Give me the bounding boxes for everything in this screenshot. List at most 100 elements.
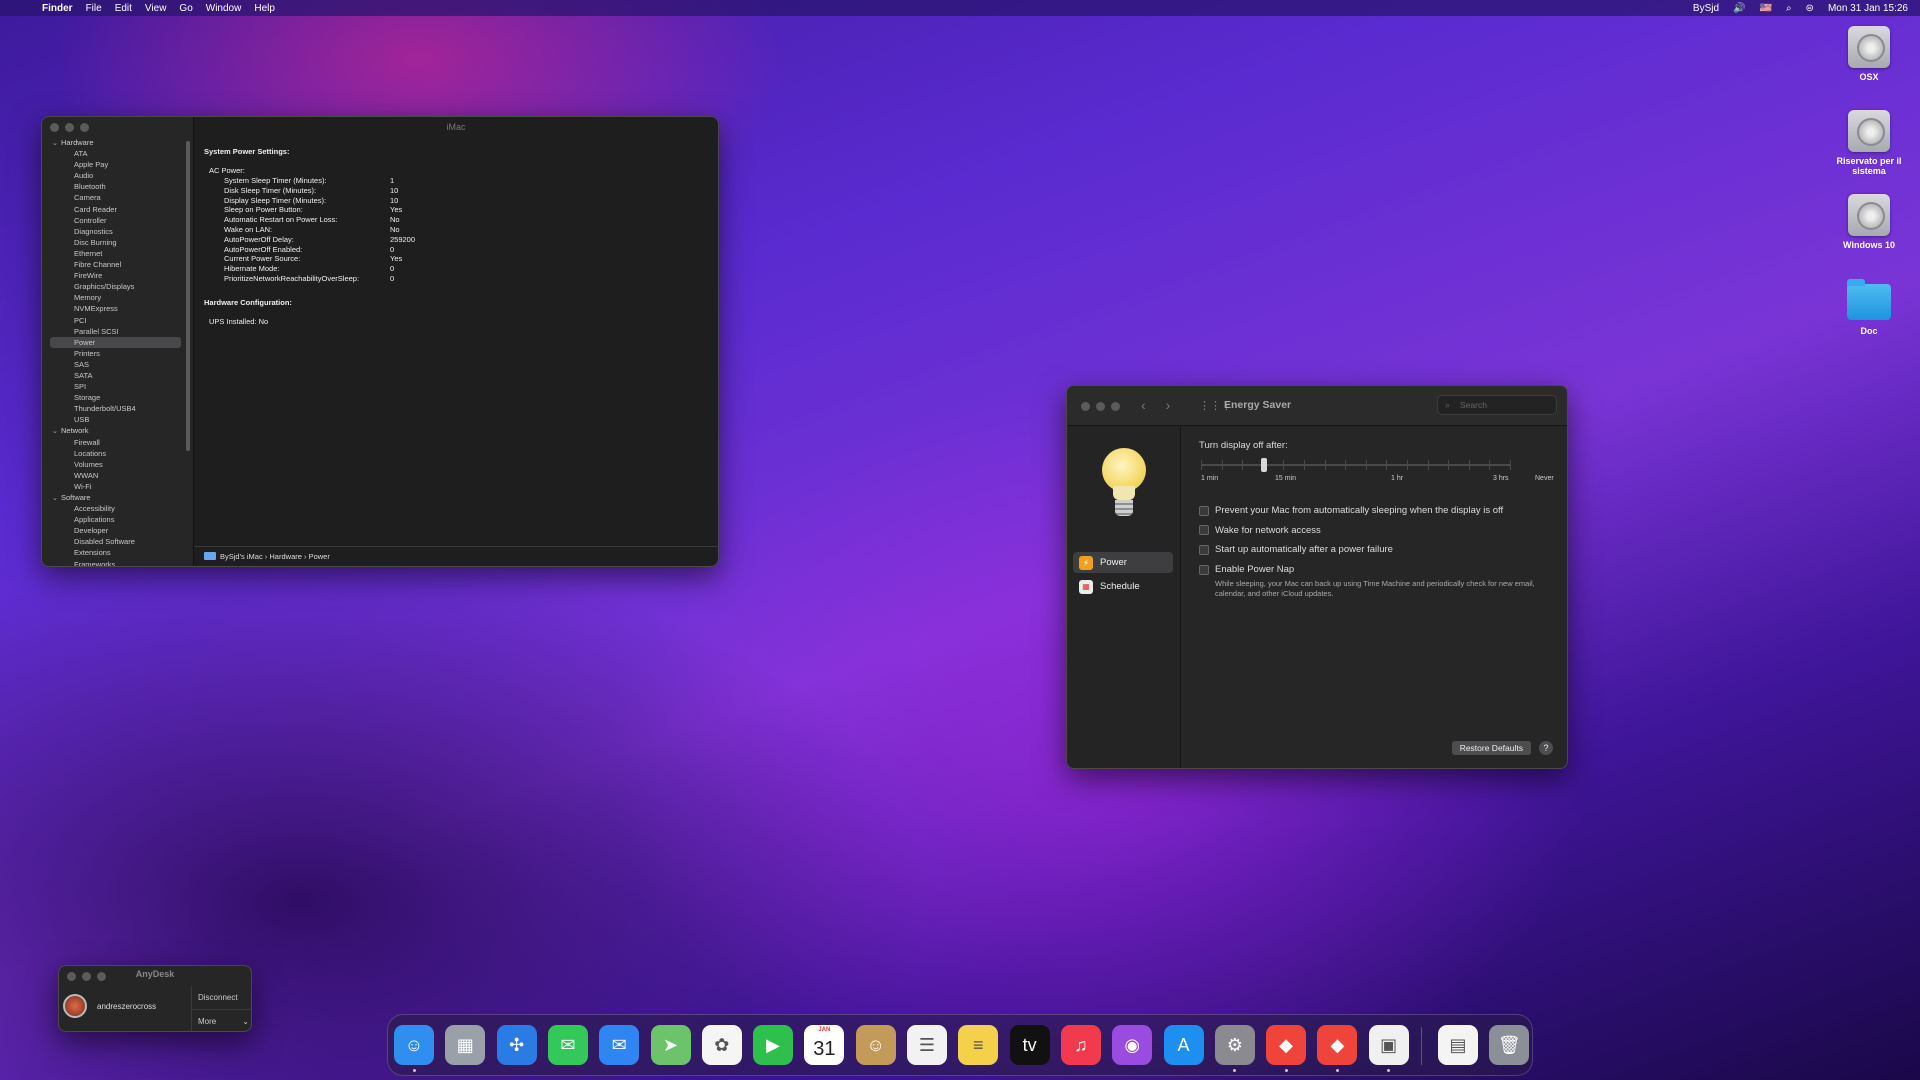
slider-knob[interactable] (1261, 458, 1268, 472)
calendar-icon[interactable]: JAN 31 (804, 1025, 845, 1065)
safari-icon[interactable]: ✣ (496, 1025, 537, 1065)
menu-help[interactable]: Help (254, 3, 275, 14)
sidebar-item-nvmexpress[interactable]: NVMExpress (42, 303, 193, 314)
contacts-icon[interactable]: ☺ (855, 1025, 896, 1065)
sidebar-item-sas[interactable]: SAS (42, 359, 193, 370)
sidebar-item-camera[interactable]: Camera (42, 192, 193, 203)
checkbox-power-nap[interactable]: Enable Power Nap (1199, 560, 1549, 580)
sidebar-item-firewall[interactable]: Firewall (42, 437, 193, 448)
sidebar-item-pci[interactable]: PCI (42, 315, 193, 326)
finder-icon[interactable]: ☺ (394, 1025, 434, 1065)
close-button[interactable] (1081, 402, 1090, 411)
sidebar-item-disabled-software[interactable]: Disabled Software (42, 536, 193, 547)
sidebar-scrollbar[interactable] (186, 141, 190, 451)
checkbox[interactable] (1199, 525, 1209, 536)
restore-defaults-button[interactable]: Restore Defaults (1451, 741, 1531, 755)
checkbox[interactable] (1199, 505, 1209, 516)
facetime-icon[interactable]: ▶ (753, 1025, 794, 1065)
checkbox-wake-network[interactable]: Wake for network access (1199, 521, 1549, 541)
sidebar-item-memory[interactable]: Memory (42, 292, 193, 303)
sidebar-item-applications[interactable]: Applications (42, 514, 193, 525)
launchpad-icon[interactable]: ▦ (445, 1025, 486, 1065)
trash-icon[interactable]: 🗑 (1489, 1025, 1530, 1065)
anydesk-icon[interactable]: ◆ (1266, 1025, 1307, 1065)
checkbox-startup-power-failure[interactable]: Start up automatically after a power fai… (1199, 540, 1549, 560)
desktop-folder-doc[interactable]: Doc (1829, 278, 1909, 336)
menu-app-finder[interactable]: Finder (42, 3, 73, 14)
messages-icon[interactable]: ✉ (547, 1025, 588, 1065)
search-icon[interactable]: ⌕ (1786, 3, 1792, 14)
clock[interactable]: Mon 31 Jan 15:26 (1828, 3, 1908, 14)
back-icon[interactable]: ‹ (1141, 397, 1146, 413)
sidebar-group-hardware[interactable]: ⌄ Hardware (42, 137, 193, 148)
sidebar-item-wi-fi[interactable]: Wi-Fi (42, 481, 193, 492)
close-button[interactable] (50, 123, 59, 132)
us-flag-icon[interactable]: 🇺🇸 (1759, 3, 1771, 14)
sidebar-item-sata[interactable]: SATA (42, 370, 193, 381)
control-center-icon[interactable]: ⊜ (1806, 3, 1814, 14)
sidebar-item-diagnostics[interactable]: Diagnostics (42, 226, 193, 237)
sidebar-item-frameworks[interactable]: Frameworks (42, 559, 193, 566)
sidebar-item-thunderbolt-usb4[interactable]: Thunderbolt/USB4 (42, 403, 193, 414)
sidebar-item-fibre-channel[interactable]: Fibre Channel (42, 259, 193, 270)
sidebar-item-printers[interactable]: Printers (42, 348, 193, 359)
menu-window[interactable]: Window (206, 3, 242, 14)
sidebar-item-extensions[interactable]: Extensions (42, 547, 193, 558)
speaker-icon[interactable]: 🔊 (1733, 3, 1745, 14)
maps-icon[interactable]: ➤ (650, 1025, 691, 1065)
disconnect-button[interactable]: Disconnect (192, 986, 251, 1009)
sidebar-item-disc-burning[interactable]: Disc Burning (42, 237, 193, 248)
sidebar-item-bluetooth[interactable]: Bluetooth (42, 181, 193, 192)
menu-go[interactable]: Go (179, 3, 192, 14)
sidebar-item-apple-pay[interactable]: Apple Pay (42, 159, 193, 170)
system-information-icon[interactable]: ▣ (1368, 1025, 1409, 1065)
sidebar-item-audio[interactable]: Audio (42, 170, 193, 181)
sidebar-item-spi[interactable]: SPI (42, 381, 193, 392)
podcasts-icon[interactable]: ◉ (1112, 1025, 1153, 1065)
desktop-drive-windows10[interactable]: Windows 10 (1829, 194, 1909, 250)
more-button[interactable]: More ⌄ (192, 1009, 251, 1031)
sidebar-item-developer[interactable]: Developer (42, 525, 193, 536)
checkbox[interactable] (1199, 544, 1209, 555)
zoom-button[interactable] (1111, 402, 1120, 411)
sidebar-item-ata[interactable]: ATA (42, 148, 193, 159)
chevron-down-icon[interactable]: ⌄ (52, 138, 61, 149)
sidebar-item-power[interactable]: Power (50, 336, 181, 348)
forward-icon[interactable]: › (1166, 397, 1171, 413)
menu-edit[interactable]: Edit (115, 3, 132, 14)
sidebar-item-ethernet[interactable]: Ethernet (42, 248, 193, 259)
sidebar-item-volumes[interactable]: Volumes (42, 459, 193, 470)
path-hardware[interactable]: Hardware (269, 552, 302, 561)
menu-file[interactable]: File (86, 3, 102, 14)
chevron-down-icon[interactable]: ⌄ (52, 493, 61, 504)
music-icon[interactable]: ♫ (1060, 1025, 1101, 1065)
sidebar-item-locations[interactable]: Locations (42, 448, 193, 459)
sidebar-item-storage[interactable]: Storage (42, 392, 193, 403)
zoom-button[interactable] (80, 123, 89, 132)
sidebar-item-parallel-scsi[interactable]: Parallel SCSI (42, 326, 193, 337)
sidebar-item-graphics-displays[interactable]: Graphics/Displays (42, 281, 193, 292)
checkbox-prevent-sleep[interactable]: Prevent your Mac from automatically slee… (1199, 501, 1549, 521)
tab-power[interactable]: ⚡ Power (1073, 552, 1173, 573)
app-store-icon[interactable]: A (1163, 1025, 1204, 1065)
minimize-button[interactable] (1096, 402, 1105, 411)
sidebar-item-accessibility[interactable]: Accessibility (42, 503, 193, 514)
photos-icon[interactable]: ✿ (701, 1025, 742, 1065)
sidebar-item-wwan[interactable]: WWAN (42, 470, 193, 481)
desktop-drive-osx[interactable]: OSX (1829, 26, 1909, 82)
sidebar-item-usb[interactable]: USB (42, 414, 193, 425)
sidebar-item-card-reader[interactable]: Card Reader (42, 204, 193, 215)
gear-icon[interactable]: ⚙ (1214, 1025, 1255, 1065)
sidebar-item-controller[interactable]: Controller (42, 215, 193, 226)
mail-icon[interactable]: ✉ (599, 1025, 640, 1065)
path-mac[interactable]: BySjd's iMac (220, 552, 263, 561)
menu-view[interactable]: View (145, 3, 167, 14)
display-off-slider[interactable] (1199, 458, 1549, 472)
reminders-icon[interactable]: ☰ (907, 1025, 947, 1065)
anydesk-session-icon[interactable]: ◆ (1317, 1025, 1358, 1065)
path-power[interactable]: Power (309, 552, 330, 561)
tab-schedule[interactable]: ▦ Schedule (1073, 576, 1173, 597)
user-menu[interactable]: BySjd (1693, 3, 1719, 14)
sidebar-item-firewire[interactable]: FireWire (42, 270, 193, 281)
search-field[interactable]: ⌕ Search (1437, 395, 1557, 415)
